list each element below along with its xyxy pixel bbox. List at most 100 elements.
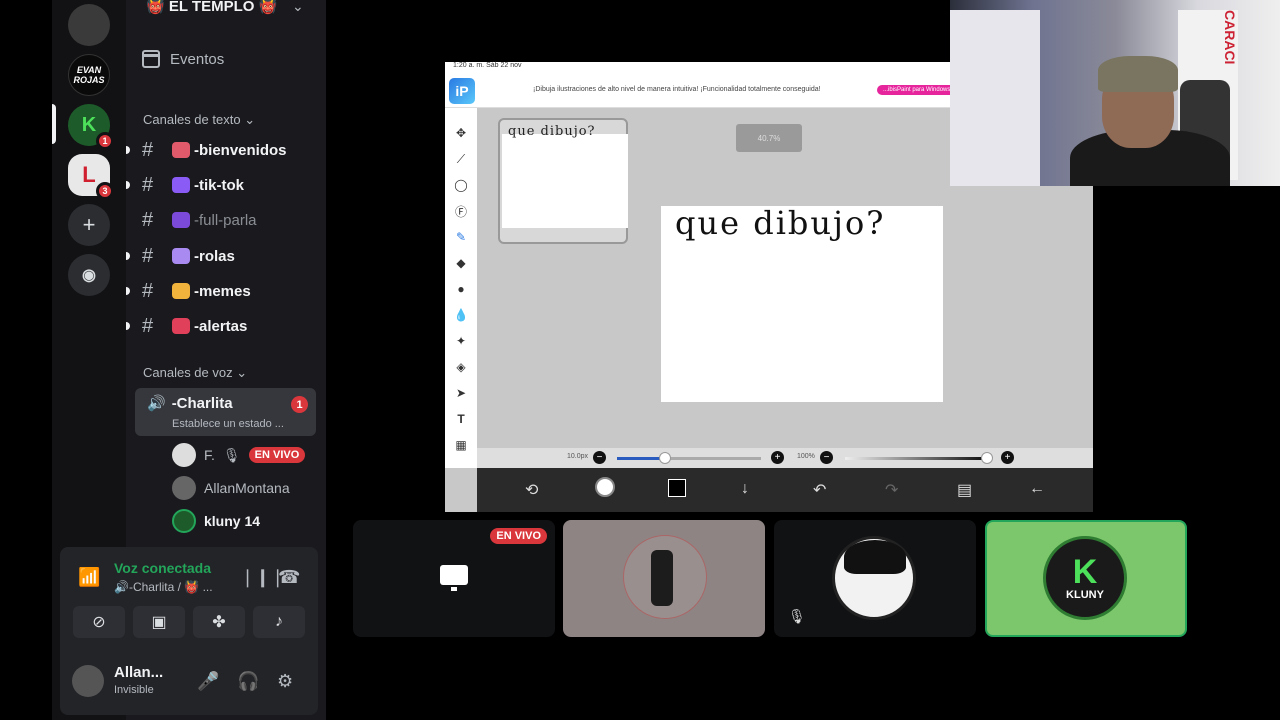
hash-icon: # <box>142 173 154 196</box>
participant-tile-kluny[interactable]: K KLUNY <box>985 520 1187 637</box>
move-tool-icon[interactable]: ✥ <box>451 122 471 144</box>
participant-tile-allan[interactable] <box>563 520 765 637</box>
filter-icon[interactable]: Ⓕ <box>451 200 471 222</box>
server-label: K <box>81 113 97 136</box>
participant-tile-f[interactable]: 🎙 <box>774 520 976 637</box>
voice-user-name: AllanMontana <box>204 480 290 496</box>
screen-share-icon: ▣ <box>151 614 167 631</box>
ibispaint-banner: ¡Dibuja ilustraciones de alto nivel de m… <box>533 86 821 93</box>
eraser-icon[interactable]: ◆ <box>451 252 471 274</box>
discover-icon[interactable]: ◉ <box>68 254 110 296</box>
lasso-icon[interactable]: ◯ <box>451 174 471 196</box>
events-label: Eventos <box>170 50 225 68</box>
participant-tile-screen[interactable]: EN VIVO <box>353 520 555 637</box>
server-icon-group[interactable] <box>68 4 110 46</box>
channel-emoji-icon <box>172 283 190 299</box>
voice-user-allanmontana[interactable]: AllanMontana <box>172 476 290 500</box>
connection-signal-icon[interactable]: 📶 <box>78 567 100 588</box>
channel-rolas[interactable]: # -rolas <box>126 240 322 272</box>
server-icon-kluny[interactable]: K 1 <box>68 104 114 150</box>
channel-emoji-icon <box>172 318 190 334</box>
brush-slider-row: 10.0px − + 100% − + <box>477 448 1093 468</box>
vector-icon[interactable]: ➤ <box>451 382 471 404</box>
transform-icon[interactable]: ⟲ <box>525 480 538 500</box>
voice-connected-channel: 🔊-Charlita / 👹 ... <box>114 580 213 594</box>
opacity-plus-icon[interactable]: + <box>1001 451 1014 464</box>
camera-button[interactable]: ⊘ <box>73 606 125 638</box>
screen-share-icon <box>440 565 468 591</box>
channel-label: -memes <box>194 282 251 300</box>
ibispaint-bottom-bar: ⟲ ↓ ↶ ↷ ▤ ← <box>477 468 1093 512</box>
soundboard-icon: ♪ <box>275 613 283 630</box>
server-icon-evan-rojas[interactable]: EVAN ROJAS <box>68 54 110 96</box>
avatar[interactable] <box>72 665 104 697</box>
share-screen-button[interactable]: ▣ <box>133 606 185 638</box>
channel-full-parla[interactable]: # -full-parla <box>126 204 322 236</box>
undo-icon[interactable]: ↶ <box>813 480 826 500</box>
microphone-icon[interactable]: 🎤 <box>197 671 219 692</box>
brush-size-plus-icon[interactable]: + <box>771 451 784 464</box>
voice-channel-status[interactable]: Establece un estado ... <box>172 418 284 430</box>
fill-icon[interactable]: ◈ <box>451 356 471 378</box>
channel-bienvenidos[interactable]: # -bienvenidos <box>126 134 322 166</box>
color-swatch-icon[interactable] <box>668 479 686 497</box>
channel-label: -alertas <box>194 317 248 335</box>
activities-button[interactable]: ✤ <box>193 606 245 638</box>
headphones-icon[interactable]: 🎧 <box>237 671 259 692</box>
special-icon[interactable]: ✦ <box>451 330 471 352</box>
layers-icon[interactable]: ▤ <box>957 480 972 500</box>
layer-thumbnail-card[interactable]: que dibujo? <box>498 118 628 244</box>
brush-preview-icon[interactable] <box>595 477 615 497</box>
user-name[interactable]: Allan... <box>114 664 163 681</box>
frame-icon[interactable]: ▦ <box>451 434 471 456</box>
settings-gear-icon[interactable]: ⚙ <box>277 671 293 692</box>
opacity-knob[interactable] <box>981 452 993 464</box>
muted-mic-icon: 🎙 <box>222 446 241 463</box>
smudge-icon[interactable]: ● <box>451 278 471 300</box>
brush-size-label: 10.0px <box>567 453 589 460</box>
soundboard-button[interactable]: ♪ <box>253 606 305 638</box>
events-link[interactable]: Eventos <box>142 50 224 68</box>
chevron-down-icon[interactable]: ⌄ <box>292 0 304 15</box>
guild-name[interactable]: 👹 EL TEMPLO 👹 <box>146 0 277 15</box>
brush-size-knob[interactable] <box>659 452 671 464</box>
blur-icon[interactable]: 💧 <box>451 304 471 326</box>
brush-size-minus-icon[interactable]: − <box>593 451 606 464</box>
channel-emoji-icon <box>172 177 190 193</box>
voice-user-kluny[interactable]: kluny 14 <box>172 509 260 533</box>
avatar-figure <box>651 550 673 606</box>
channel-label: -rolas <box>194 247 235 265</box>
brush-icon[interactable]: ✎ <box>451 226 471 248</box>
category-label: Canales de texto <box>143 112 241 127</box>
channel-memes[interactable]: # -memes <box>126 275 322 307</box>
opacity-minus-icon[interactable]: − <box>820 451 833 464</box>
voice-user-name: kluny 14 <box>204 513 261 529</box>
channel-emoji-icon <box>172 248 190 264</box>
channel-label: -tik-tok <box>194 176 244 194</box>
webcam-overlay: CARACI <box>950 0 1280 186</box>
disconnect-icon[interactable]: ☎ <box>278 567 300 588</box>
voice-category[interactable]: Canales de voz ⌄ <box>143 365 247 381</box>
layer-thumbnail <box>502 134 628 228</box>
voice-channel-charlita[interactable]: 🔊 -Charlita Establece un estado ... 1 <box>135 388 316 436</box>
arrow-down-icon[interactable]: ↓ <box>741 480 749 498</box>
text-tool-icon[interactable]: T <box>451 408 471 430</box>
category-label: Canales de voz <box>143 365 233 380</box>
avatar <box>172 476 196 500</box>
back-arrow-icon[interactable]: ← <box>1029 480 1045 498</box>
magic-wand-icon[interactable]: ⟋ <box>451 148 471 170</box>
text-category[interactable]: Canales de texto ⌄ <box>143 112 255 128</box>
channel-alertas[interactable]: # -alertas <box>126 310 322 342</box>
drawing-canvas[interactable]: que dibujo? <box>661 204 943 402</box>
server-icon-el-templo[interactable]: L 3 <box>68 154 114 200</box>
hash-icon: # <box>142 138 154 161</box>
add-server-icon[interactable]: + <box>68 204 110 246</box>
server-badge: 3 <box>96 182 114 200</box>
avatar: K KLUNY <box>1043 536 1127 620</box>
server-label: L <box>82 162 96 187</box>
voice-connected-label[interactable]: Voz conectada <box>114 560 211 576</box>
redo-icon[interactable]: ↷ <box>885 480 898 500</box>
channel-tik-tok[interactable]: # -tik-tok <box>126 169 322 201</box>
voice-channel-badge: 1 <box>291 396 308 413</box>
voice-user-f[interactable]: F. 🎙 EN VIVO <box>172 443 306 467</box>
